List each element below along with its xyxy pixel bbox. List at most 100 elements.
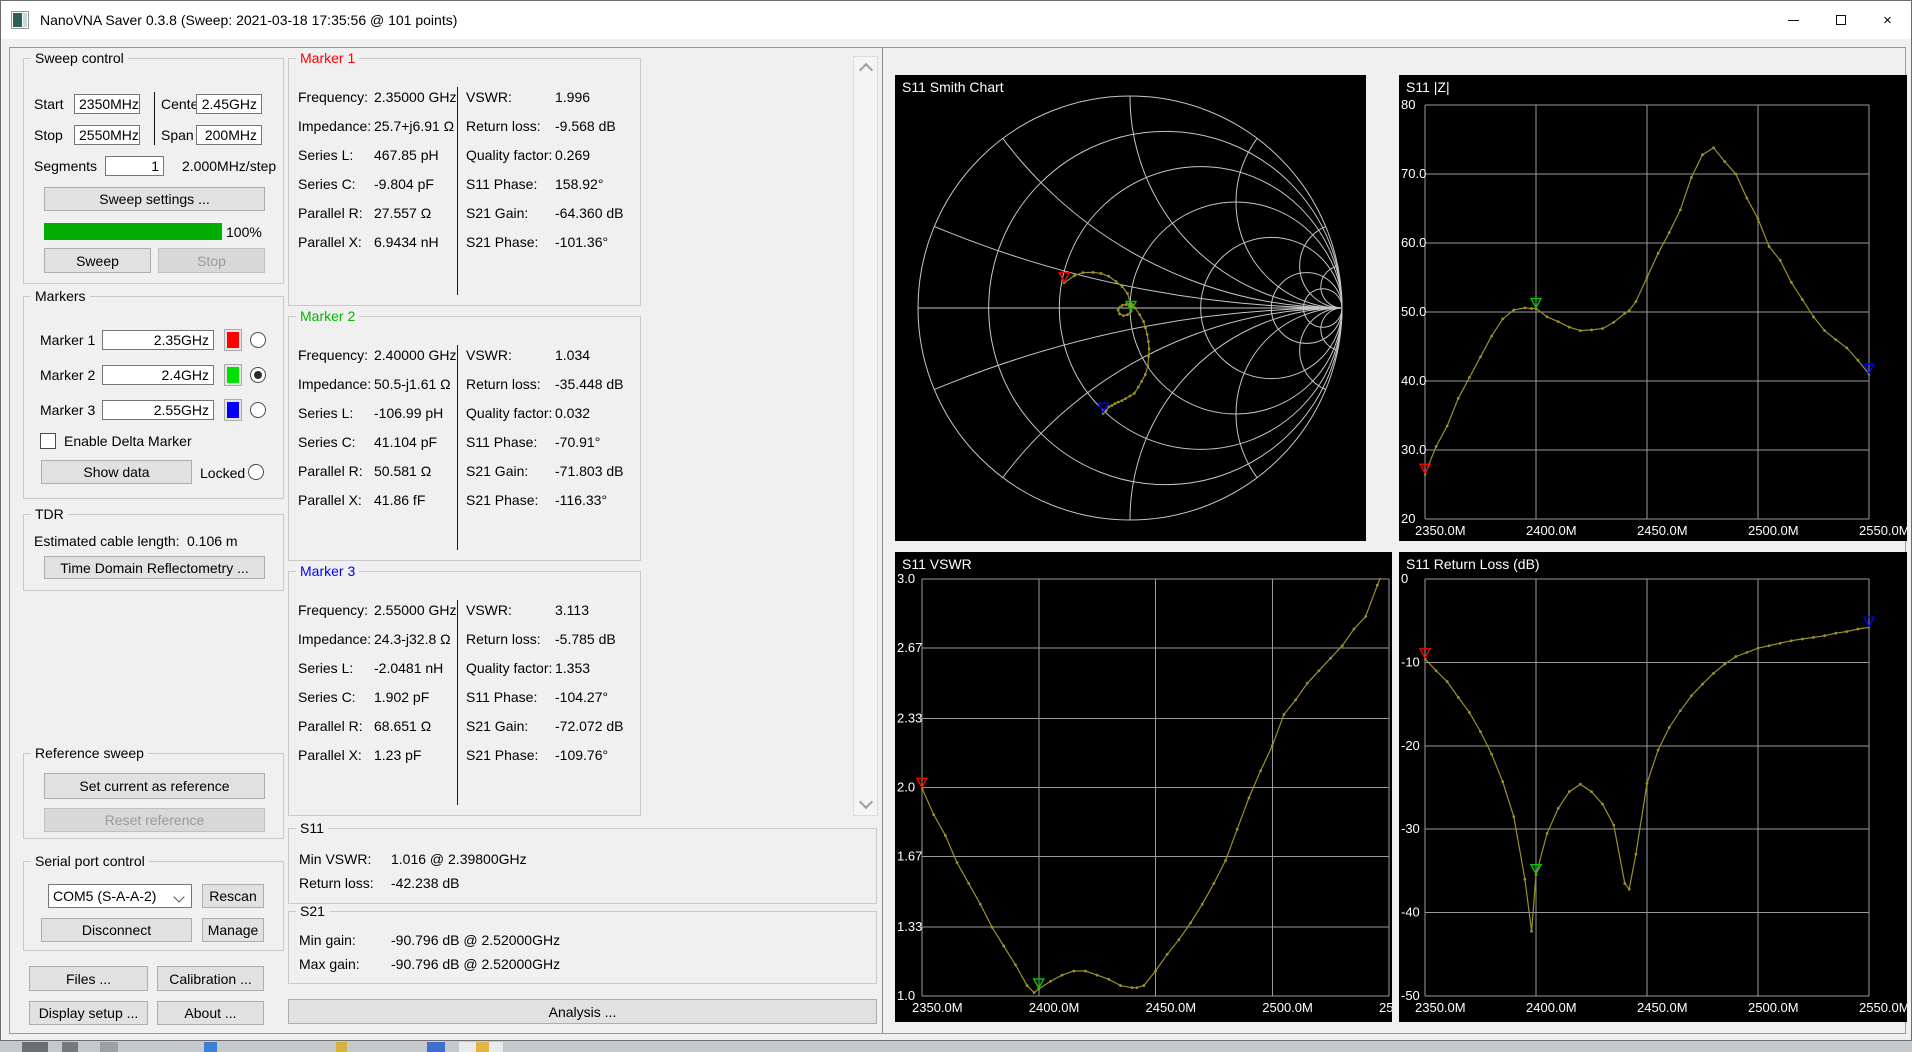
s11-smith-chart[interactable]: S11 Smith Chart	[895, 75, 1366, 541]
span-input[interactable]: 200MHz	[196, 125, 262, 145]
sweep-control-group: Sweep control Start 2350MHz Center 2.45G…	[23, 51, 284, 284]
s11-min-vswr-row: Min VSWR: 1.016 @ 2.39800GHz	[299, 851, 527, 867]
taskbar-icon-fragment[interactable]	[336, 1042, 347, 1052]
about-button[interactable]: About ...	[157, 1001, 264, 1025]
chevron-down-icon	[173, 891, 185, 903]
marker-data-value: -116.33°	[555, 492, 608, 508]
marker-2-color-button[interactable]	[224, 364, 242, 386]
taskbar-icon-fragment[interactable]	[22, 1042, 48, 1052]
marker-data-value: -2.0481 nH	[374, 660, 444, 676]
marker-data-label: Return loss:	[466, 376, 541, 392]
y-tick-label: -40	[1401, 905, 1420, 920]
marker-data-label: Frequency:	[298, 347, 369, 363]
app-icon	[11, 11, 29, 29]
marker-data-value: 158.92°	[555, 176, 604, 192]
start-label: Start	[34, 96, 64, 112]
enable-delta-marker-checkbox[interactable]	[40, 433, 56, 449]
cable-length-value: 0.106 m	[187, 533, 238, 549]
x-tick-label: 2400.0M	[1526, 1000, 1577, 1015]
marker-1-color-button[interactable]	[224, 329, 242, 351]
manage-button[interactable]: Manage	[202, 918, 264, 942]
serial-port-group: Serial port control COM5 (S-A-A-2) Resca…	[23, 854, 284, 951]
marker-1-data-body: Frequency: 2.35000 GHz Impedance: 25.7+j6.9…	[289, 59, 640, 305]
s11-return-loss-row: Return loss: -42.238 dB	[299, 875, 460, 891]
tdr-button[interactable]: Time Domain Reflectometry ...	[44, 556, 265, 579]
marker-panel-scrollbar[interactable]	[853, 56, 878, 816]
disconnect-button[interactable]: Disconnect	[41, 918, 192, 942]
marker-data-label: S21 Phase:	[466, 234, 539, 250]
marker-data-value: -9.568 dB	[555, 118, 616, 134]
main-frame: Sweep control Start 2350MHz Center 2.45G…	[9, 47, 1907, 1034]
marker-3-color-button[interactable]	[224, 399, 242, 421]
analysis-button[interactable]: Analysis ...	[288, 999, 877, 1024]
s11-return-loss-chart[interactable]: 0 -10 -20 -30 -40 -50 2350.0M 2400.0M 2450.0M 250…	[1399, 552, 1907, 1022]
marker-data-value: 1.23 pF	[374, 747, 422, 763]
taskbar[interactable]	[0, 1041, 1912, 1052]
marker-1-frequency-input[interactable]: 2.35GHz	[102, 330, 214, 350]
serial-port-value: COM5 (S-A-A-2)	[53, 888, 157, 904]
segments-input[interactable]: 1	[105, 156, 164, 176]
marker-data-value: 41.104 pF	[374, 434, 438, 450]
marker-data-value: 2.55000 GHz	[374, 602, 457, 618]
marker-data-value: -106.99 pH	[374, 405, 444, 421]
s21-min-gain-row: Min gain: -90.796 dB @ 2.52000GHz	[299, 932, 560, 948]
taskbar-icon-fragment[interactable]	[62, 1042, 78, 1052]
center-input[interactable]: 2.45GHz	[196, 94, 262, 114]
chart-smith-svg: S11 Smith Chart	[902, 79, 1343, 521]
chart-title: S11 Return Loss (dB)	[1406, 556, 1540, 572]
marker-data-label: Return loss:	[466, 118, 541, 134]
scroll-down-icon[interactable]	[858, 794, 874, 810]
marker-1-select-radio[interactable]	[250, 332, 266, 348]
stop-input[interactable]: 2550MHz	[74, 125, 140, 145]
stop-button[interactable]: Stop	[158, 248, 265, 273]
reset-reference-button[interactable]: Reset reference	[44, 808, 265, 832]
s11-vswr-chart[interactable]: 3.0 2.67 2.33 2.0 1.67 1.33 1.0 2350.0M 2400.0M 2…	[895, 552, 1392, 1022]
markers-title: Markers	[31, 289, 90, 304]
marker-data-label: S21 Phase:	[466, 747, 539, 763]
marker-data-value: -64.360 dB	[555, 205, 624, 221]
marker-data-label: Impedance:	[298, 118, 372, 134]
marker-data-label: Return loss:	[466, 631, 541, 647]
serial-port-title: Serial port control	[31, 854, 149, 869]
set-reference-button[interactable]: Set current as reference	[44, 773, 265, 799]
show-data-button[interactable]: Show data	[41, 460, 192, 484]
window-controls: ×	[1770, 1, 1911, 39]
s11-z-chart[interactable]: 80 70.0 60.0 50.0 40.0 30.0 20 2350.0M 2400.0M 24…	[1399, 75, 1907, 541]
marker-2-frequency-input[interactable]: 2.4GHz	[102, 365, 214, 385]
display-setup-button[interactable]: Display setup ...	[29, 1001, 148, 1025]
maximize-button[interactable]	[1817, 1, 1864, 39]
marker-data-value: -70.91°	[555, 434, 601, 450]
marker-data-value: 1.353	[555, 660, 591, 676]
taskbar-icon-fragment[interactable]	[476, 1042, 489, 1052]
marker-data-value: 0.269	[555, 147, 591, 163]
taskbar-icon-fragment[interactable]	[100, 1042, 118, 1052]
calibration-button[interactable]: Calibration ...	[157, 966, 264, 991]
taskbar-icon-fragment[interactable]	[204, 1042, 217, 1052]
y-tick-label: 3.0	[897, 571, 915, 586]
marker-3-frequency-input[interactable]: 2.55GHz	[102, 400, 214, 420]
taskbar-icon-fragment[interactable]	[427, 1042, 445, 1052]
marker-data-label: S11 Phase:	[466, 689, 538, 705]
serial-port-select[interactable]: COM5 (S-A-A-2)	[48, 884, 192, 908]
files-button[interactable]: Files ...	[29, 966, 148, 991]
titlebar[interactable]: NanoVNA Saver 0.3.8 (Sweep: 2021-03-18 1…	[1, 1, 1911, 39]
locked-radio[interactable]	[248, 464, 264, 480]
s21-summary-group: S21 Min gain: -90.796 dB @ 2.52000GHz Max…	[288, 904, 877, 984]
close-button[interactable]: ×	[1864, 1, 1911, 39]
sweep-settings-button[interactable]: Sweep settings ...	[44, 187, 265, 211]
chart-title: S11 VSWR	[902, 556, 972, 572]
marker-data-value: 50.5-j1.61 Ω	[374, 376, 451, 392]
sweep-button[interactable]: Sweep	[44, 248, 151, 273]
marker-data-label: Series C:	[298, 689, 356, 705]
marker-2-select-radio[interactable]	[250, 367, 266, 383]
start-input[interactable]: 2350MHz	[74, 94, 140, 114]
scroll-up-icon[interactable]	[858, 62, 874, 78]
marker-3-select-radio[interactable]	[250, 402, 266, 418]
s11-return-loss-label: Return loss:	[299, 875, 374, 891]
s11-min-vswr-label: Min VSWR:	[299, 851, 372, 867]
y-tick-label: 80	[1401, 97, 1415, 112]
s11-min-vswr-value: 1.016 @ 2.39800GHz	[391, 851, 527, 867]
marker-data-value: 3.113	[555, 602, 589, 618]
minimize-button[interactable]	[1770, 1, 1817, 39]
rescan-button[interactable]: Rescan	[202, 884, 264, 908]
